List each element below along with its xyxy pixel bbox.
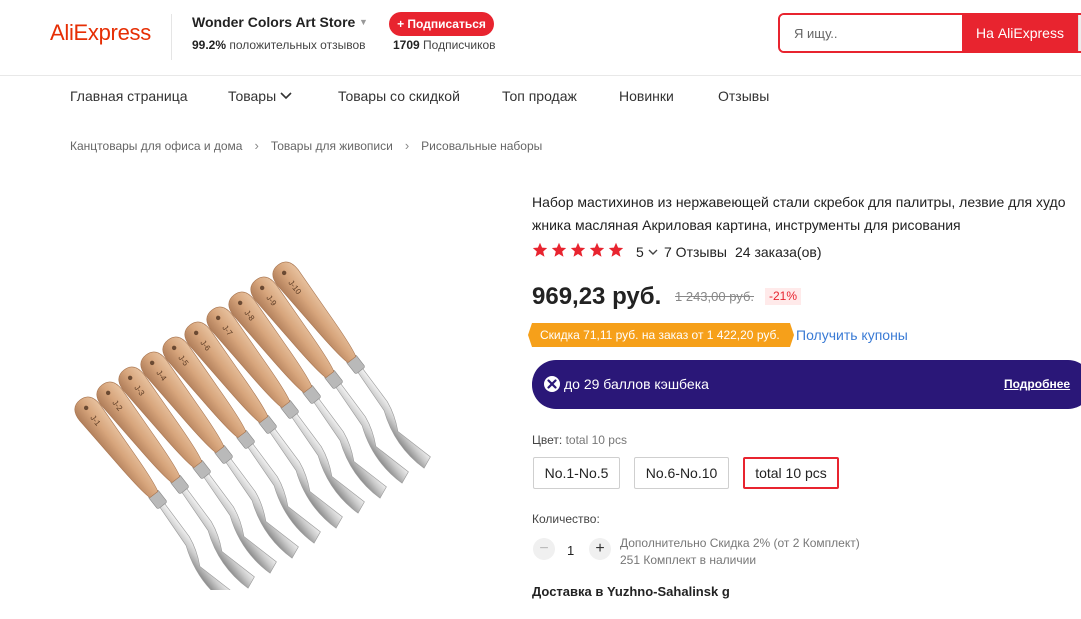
nav-item-products-label: Товары: [228, 88, 277, 104]
breadcrumb-item[interactable]: Товары для живописи: [271, 139, 393, 153]
breadcrumb-item[interactable]: Канцтовары для офиса и дома: [70, 139, 242, 153]
coupon-badge: Скидка 71,11 руб. на заказ от 1 422,20 р…: [528, 323, 794, 347]
stock-note: 251 Комплект в наличии: [620, 553, 757, 567]
store-subscribers: 1709 Подписчиков: [393, 38, 496, 52]
quantity-value[interactable]: 1: [567, 543, 574, 558]
cashback-text: до 29 баллов кэшбека: [564, 376, 709, 392]
subscribe-button[interactable]: + Подписаться: [389, 12, 494, 36]
product-title-line: Набор мастихинов из нержавеющей стали ск…: [532, 194, 1066, 210]
nav-item-reviews[interactable]: Отзывы: [718, 88, 769, 104]
product-title: Набор мастихинов из нержавеющей стали ск…: [532, 191, 1081, 237]
quantity-decrease-button[interactable]: −: [533, 538, 555, 560]
store-positive-feedback: 99.2% положительных отзывов: [192, 38, 366, 52]
old-price: 1 243,00 руб.: [675, 289, 755, 304]
star-icon: [532, 242, 548, 257]
cashback-banner[interactable]: до 29 баллов кэшбека Подробнее: [532, 360, 1081, 409]
cashback-icon: [544, 376, 560, 392]
star-icon: [551, 242, 567, 257]
get-coupons-link[interactable]: Получить купоны: [796, 327, 908, 343]
delivery-destination[interactable]: Доставка в Yuzhno-Sahalinsk g: [532, 584, 730, 599]
breadcrumb: Канцтовары для офиса и дома › Товары для ж…: [70, 138, 542, 153]
variant-option-selected[interactable]: total 10 pcs: [743, 457, 839, 489]
cashback-more-link[interactable]: Подробнее: [1004, 377, 1070, 391]
search-box: На AliExpress В: [778, 13, 1081, 53]
product-title-line: жника масляная Акриловая картина, инстру…: [532, 217, 961, 233]
nav-item-top-sales[interactable]: Топ продаж: [502, 88, 577, 104]
nav-item-products[interactable]: Товары: [228, 88, 292, 104]
quantity-increase-button[interactable]: +: [589, 538, 611, 560]
discount-badge: -21%: [765, 288, 802, 305]
chevron-down-icon[interactable]: [648, 247, 658, 257]
rating-value[interactable]: 5: [636, 244, 644, 260]
header-divider: [171, 14, 172, 60]
search-input[interactable]: [780, 15, 962, 51]
store-caret-icon[interactable]: ▼: [359, 17, 368, 27]
reviews-link[interactable]: 7 Отзывы: [664, 244, 727, 260]
nav-item-new[interactable]: Новинки: [619, 88, 674, 104]
search-aliexpress-button[interactable]: На AliExpress: [962, 15, 1078, 51]
quantity-label: Количество:: [532, 512, 600, 526]
star-icon: [589, 242, 605, 257]
positive-label: положительных отзывов: [229, 38, 366, 52]
star-icon: [570, 242, 586, 257]
subscribers-label: Подписчиков: [423, 38, 496, 52]
store-name[interactable]: Wonder Colors Art Store: [192, 14, 355, 30]
variant-option[interactable]: No.1-No.5: [533, 457, 620, 489]
nav-item-discounts[interactable]: Товары со скидкой: [338, 88, 460, 104]
product-image[interactable]: J-1J-2J-3J-4J-5J-6J-7J-8J-9J-10: [60, 230, 500, 590]
color-label-title: Цвет:: [532, 433, 563, 447]
star-icon: [608, 242, 624, 257]
breadcrumb-item[interactable]: Рисовальные наборы: [421, 139, 542, 153]
current-price: 969,23 руб.: [532, 283, 662, 310]
header: AliExpress Wonder Colors Art Store ▼ + П…: [0, 0, 1081, 76]
breadcrumb-separator-icon: ›: [404, 138, 410, 153]
bulk-discount-note: Дополнительно Скидка 2% (от 2 Комплект): [620, 536, 860, 550]
nav-item-home[interactable]: Главная страница: [70, 88, 188, 104]
orders-count: 24 заказа(ов): [735, 244, 822, 260]
chevron-down-icon: [280, 92, 292, 100]
color-label-value: total 10 pcs: [565, 433, 627, 447]
positive-percent: 99.2%: [192, 38, 227, 52]
color-label: Цвет: total 10 pcs: [532, 433, 627, 447]
breadcrumb-separator-icon: ›: [254, 138, 259, 153]
subscribers-count: 1709: [393, 38, 420, 52]
variant-option[interactable]: No.6-No.10: [634, 457, 729, 489]
aliexpress-logo[interactable]: AliExpress: [50, 20, 151, 46]
